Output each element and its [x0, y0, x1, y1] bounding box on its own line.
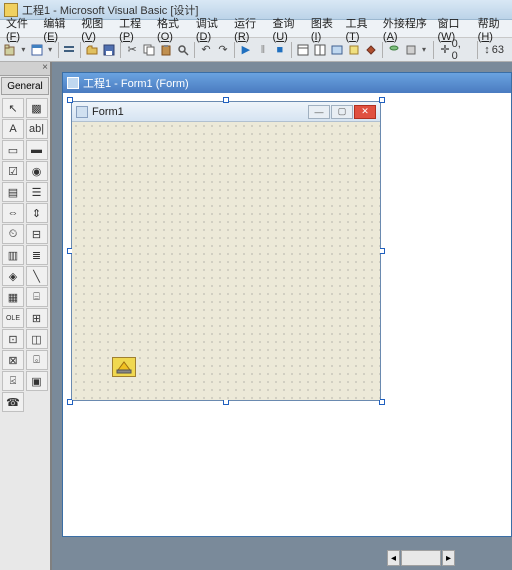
designer-area: 工程1 - Form1 (Form) Form1: [52, 62, 512, 570]
user3-icon[interactable]: ◫: [26, 329, 48, 349]
timer-icon[interactable]: ⏲: [2, 224, 24, 244]
scroll-track[interactable]: [401, 550, 441, 566]
textbox-icon[interactable]: ab|: [26, 119, 48, 139]
menu-r[interactable]: 运行(R): [230, 14, 266, 44]
user1-icon[interactable]: ⊞: [26, 308, 48, 328]
coords-display: ✛0, 0: [433, 41, 472, 59]
form-layout-button[interactable]: [329, 41, 345, 59]
menu-h[interactable]: 帮助(H): [474, 14, 510, 44]
user5-icon[interactable]: ⌺: [26, 350, 48, 370]
form-designer[interactable]: Form1 — ▢ ✕: [71, 101, 381, 401]
project-explorer-button[interactable]: [295, 41, 311, 59]
add-form-dropdown[interactable]: ▾: [46, 45, 55, 54]
mdi-titlebar[interactable]: 工程1 - Form1 (Form): [63, 73, 511, 93]
mdi-scroll-controls: ◂ ▸: [387, 550, 455, 566]
close-button[interactable]: ✕: [354, 105, 376, 119]
menu-v[interactable]: 视图(V): [77, 14, 113, 44]
shape-icon[interactable]: ◈: [2, 266, 24, 286]
user8-icon[interactable]: ☎: [2, 392, 24, 412]
menu-p[interactable]: 工程(P): [115, 14, 151, 44]
form-icon: [67, 77, 79, 89]
menu-a[interactable]: 外接程序(A): [379, 14, 432, 44]
toolbox-close-button[interactable]: ×: [0, 62, 50, 76]
user7-icon[interactable]: ▣: [26, 371, 48, 391]
resize-handle[interactable]: [379, 97, 385, 103]
toolbox-button[interactable]: [363, 41, 379, 59]
break-button[interactable]: ‖: [255, 41, 271, 59]
component-button[interactable]: [403, 41, 419, 59]
user2-icon[interactable]: ⊡: [2, 329, 24, 349]
end-button[interactable]: ■: [272, 41, 288, 59]
frame-icon[interactable]: ▭: [2, 140, 24, 160]
data-view-button[interactable]: [386, 41, 402, 59]
menu-t[interactable]: 工具(T): [341, 14, 376, 44]
menu-o[interactable]: 格式(O): [153, 14, 190, 44]
menubar: 文件(F)编辑(E)视图(V)工程(P)格式(O)调试(D)运行(R)查询(U)…: [0, 20, 512, 38]
cut-button[interactable]: ✂: [124, 41, 140, 59]
copy-button[interactable]: [141, 41, 157, 59]
drivelistbox-icon[interactable]: ⊟: [26, 224, 48, 244]
scroll-right-button[interactable]: ▸: [442, 550, 455, 566]
component-dropdown[interactable]: ▾: [420, 45, 429, 54]
maximize-button[interactable]: ▢: [331, 105, 353, 119]
main-toolbar: ▾ ▾ ✂ ↶ ↷ ▶ ‖ ■ ▾ ✛0, 0 ↕63: [0, 38, 512, 62]
resize-handle[interactable]: [67, 97, 73, 103]
placed-control[interactable]: [112, 357, 136, 377]
minimize-button[interactable]: —: [308, 105, 330, 119]
image-icon[interactable]: ▦: [2, 287, 24, 307]
toolbox-tab-general[interactable]: General: [1, 77, 49, 95]
commandbutton-icon[interactable]: ▬: [26, 140, 48, 160]
filelistbox-icon[interactable]: ≣: [26, 245, 48, 265]
scroll-left-button[interactable]: ◂: [387, 550, 400, 566]
mdi-body: Form1 — ▢ ✕: [63, 93, 511, 536]
find-button[interactable]: [175, 41, 191, 59]
resize-handle[interactable]: [223, 97, 229, 103]
line-icon[interactable]: ╲: [26, 266, 48, 286]
picturebox-icon[interactable]: ▩: [26, 98, 48, 118]
menu-d[interactable]: 调试(D): [192, 14, 228, 44]
properties-button[interactable]: [312, 41, 328, 59]
redo-button[interactable]: ↷: [215, 41, 231, 59]
save-button[interactable]: [101, 41, 117, 59]
start-button[interactable]: ▶: [238, 41, 254, 59]
form-client-area[interactable]: [72, 122, 380, 400]
toolbox: × General ↖▩Aab|▭▬☑◉▤☰⇔⇕⏲⊟▥≣◈╲▦⌸OLE⊞⊡◫⊠⌺…: [0, 62, 52, 570]
open-button[interactable]: [84, 41, 100, 59]
label-icon[interactable]: A: [2, 119, 24, 139]
user4-icon[interactable]: ⊠: [2, 350, 24, 370]
object-browser-button[interactable]: [346, 41, 362, 59]
menu-e[interactable]: 编辑(E): [39, 14, 75, 44]
user6-icon[interactable]: ⍃: [2, 371, 24, 391]
paste-button[interactable]: [158, 41, 174, 59]
hscrollbar-icon[interactable]: ⇔: [2, 203, 24, 223]
mdi-child-window: 工程1 - Form1 (Form) Form1: [62, 72, 512, 537]
menu-i[interactable]: 图表(I): [307, 14, 340, 44]
main-area: × General ↖▩Aab|▭▬☑◉▤☰⇔⇕⏲⊟▥≣◈╲▦⌸OLE⊞⊡◫⊠⌺…: [0, 62, 512, 570]
menu-editor-button[interactable]: [61, 41, 77, 59]
checkbox-icon[interactable]: ☑: [2, 161, 24, 181]
add-form-button[interactable]: [29, 41, 45, 59]
form-caption: Form1: [92, 106, 308, 118]
vscrollbar-icon[interactable]: ⇕: [26, 203, 48, 223]
data-icon[interactable]: ⌸: [26, 287, 48, 307]
add-project-dropdown[interactable]: ▾: [19, 45, 28, 54]
combobox-icon[interactable]: ▤: [2, 182, 24, 202]
menu-f[interactable]: 文件(F): [2, 14, 37, 44]
ole-icon[interactable]: OLE: [2, 308, 24, 328]
dirlistbox-icon[interactable]: ▥: [2, 245, 24, 265]
undo-button[interactable]: ↶: [198, 41, 214, 59]
menu-u[interactable]: 查询(U): [269, 14, 305, 44]
form-icon: [76, 106, 88, 118]
add-project-button[interactable]: [2, 41, 18, 59]
pointer-icon[interactable]: ↖: [2, 98, 24, 118]
size-display: ↕63: [477, 41, 510, 59]
mdi-title: 工程1 - Form1 (Form): [83, 75, 189, 91]
optionbutton-icon[interactable]: ◉: [26, 161, 48, 181]
form-window: Form1 — ▢ ✕: [71, 101, 381, 401]
form-titlebar[interactable]: Form1 — ▢ ✕: [72, 102, 380, 122]
listbox-icon[interactable]: ☰: [26, 182, 48, 202]
